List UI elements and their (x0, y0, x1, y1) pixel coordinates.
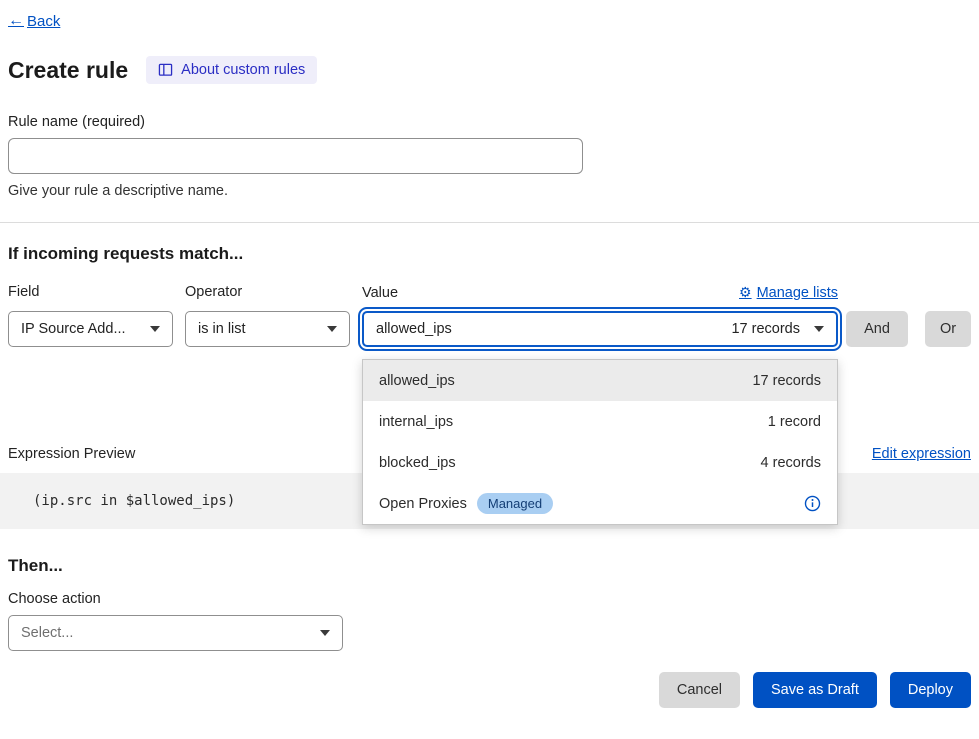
chevron-down-icon (150, 326, 160, 332)
about-custom-rules-link[interactable]: About custom rules (146, 56, 317, 84)
value-select-count: 17 records (731, 321, 800, 337)
rule-name-help: Give your rule a descriptive name. (8, 183, 971, 199)
back-link[interactable]: ← Back (8, 12, 60, 30)
chevron-down-icon (320, 630, 330, 636)
operator-select-value: is in list (198, 321, 246, 337)
and-button[interactable]: And (846, 311, 908, 347)
list-option-allowed-ips[interactable]: allowed_ips 17 records (363, 360, 837, 401)
list-dropdown: allowed_ips 17 records internal_ips 1 re… (362, 359, 838, 525)
info-icon[interactable] (804, 495, 821, 512)
list-option-count: 1 record (768, 414, 821, 430)
cancel-button[interactable]: Cancel (659, 672, 740, 708)
about-custom-rules-label: About custom rules (181, 62, 305, 78)
manage-lists-label: Manage lists (757, 285, 838, 301)
list-option-name: Open Proxies (379, 496, 467, 512)
field-select[interactable]: IP Source Add... (8, 311, 173, 347)
list-option-count: 4 records (761, 455, 821, 471)
chevron-down-icon (327, 326, 337, 332)
title-row: Create rule About custom rules (8, 56, 971, 84)
value-select[interactable]: allowed_ips 17 records (362, 311, 838, 347)
back-link-label: Back (27, 13, 60, 30)
back-arrow-icon: ← (8, 12, 24, 30)
match-labels-row: Field Operator Value ⚙ Manage lists (8, 284, 838, 301)
expression-preview-label: Expression Preview (8, 446, 135, 462)
expression-code: (ip.src in $allowed_ips) (33, 493, 235, 509)
edit-expression-link[interactable]: Edit expression (872, 446, 971, 462)
value-label: Value (362, 285, 398, 301)
value-select-wrap: allowed_ips 17 records allowed_ips 17 re… (362, 311, 838, 347)
then-section-title: Then... (8, 556, 971, 576)
match-section-title: If incoming requests match... (8, 244, 971, 264)
manage-lists-link[interactable]: ⚙ Manage lists (739, 284, 838, 301)
list-option-count: 17 records (752, 373, 821, 389)
gear-icon: ⚙ (739, 284, 752, 301)
list-option-name: allowed_ips (379, 373, 455, 389)
list-option-name: internal_ips (379, 414, 453, 430)
choose-action-label: Choose action (8, 591, 971, 607)
rule-name-label: Rule name (required) (8, 114, 971, 130)
list-option-internal-ips[interactable]: internal_ips 1 record (363, 401, 837, 442)
action-select-placeholder: Select... (21, 625, 73, 641)
page-title: Create rule (8, 57, 128, 84)
book-icon (158, 63, 173, 77)
or-button[interactable]: Or (925, 311, 971, 347)
list-option-blocked-ips[interactable]: blocked_ips 4 records (363, 442, 837, 483)
list-option-open-proxies[interactable]: Open Proxies Managed (363, 483, 837, 524)
chevron-down-icon (814, 326, 824, 332)
field-select-value: IP Source Add... (21, 321, 126, 337)
rule-name-input[interactable] (8, 138, 583, 174)
managed-badge: Managed (477, 493, 553, 514)
action-select[interactable]: Select... (8, 615, 343, 651)
value-select-value: allowed_ips (376, 321, 452, 337)
list-option-name: blocked_ips (379, 455, 456, 471)
operator-select[interactable]: is in list (185, 311, 350, 347)
deploy-button[interactable]: Deploy (890, 672, 971, 708)
save-draft-button[interactable]: Save as Draft (753, 672, 877, 708)
operator-label: Operator (185, 284, 362, 301)
footer-actions: Cancel Save as Draft Deploy (8, 672, 971, 708)
create-rule-page: ← Back Create rule About custom rules Ru… (0, 0, 979, 739)
section-divider (0, 222, 979, 223)
condition-row: IP Source Add... is in list allowed_ips … (8, 311, 971, 347)
field-label: Field (8, 284, 185, 301)
